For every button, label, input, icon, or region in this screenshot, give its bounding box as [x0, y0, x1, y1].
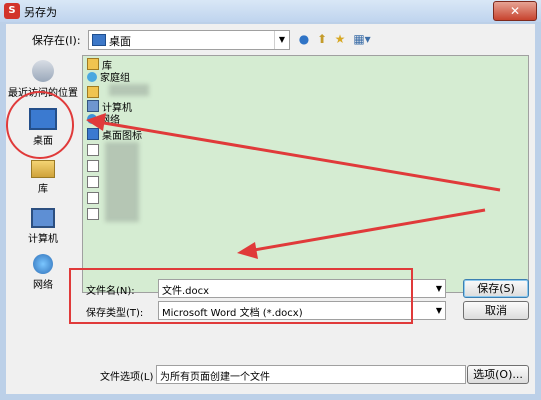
- shortcut-icon: [87, 208, 99, 220]
- place-label: 网络: [33, 280, 53, 291]
- list-item-label: 网络: [100, 115, 120, 126]
- file-options-value: 为所有页面创建一个文件: [160, 372, 270, 383]
- list-item[interactable]: [87, 192, 102, 206]
- desktop-icon: [87, 128, 99, 140]
- list-item-label: 桌面图标: [102, 131, 142, 142]
- place-library[interactable]: 库: [6, 152, 80, 204]
- save-in-dropdown[interactable]: 桌面 ▼: [88, 30, 290, 50]
- shortcut-icon: [87, 144, 99, 156]
- place-computer[interactable]: 计算机: [6, 200, 80, 252]
- place-desktop[interactable]: 桌面: [6, 100, 80, 152]
- shortcut-icon: [87, 160, 99, 172]
- list-item-label: 计算机: [102, 103, 132, 114]
- chevron-down-icon[interactable]: ▼: [433, 280, 445, 297]
- new-folder-icon[interactable]: ★: [332, 30, 348, 48]
- save-as-dialog: S 另存为 ✕ 保存在(I): 桌面 ▼ ● ⬆ ★ ▦▾ 最近访问的位置 桌面: [0, 0, 541, 400]
- chevron-down-icon[interactable]: ▼: [274, 31, 289, 49]
- place-label: 最近访问的位置: [8, 88, 78, 99]
- recent-places-icon: [32, 60, 54, 82]
- desktop-icon: [29, 108, 57, 130]
- save-in-label: 保存在(I):: [32, 34, 81, 47]
- save-button[interactable]: 保存(S): [463, 279, 529, 298]
- list-item[interactable]: [87, 208, 102, 222]
- list-item[interactable]: [87, 144, 102, 158]
- title-bar: S 另存为 ✕: [0, 0, 541, 22]
- place-label: 桌面: [33, 136, 53, 147]
- close-button[interactable]: ✕: [493, 1, 537, 21]
- filename-value: 文件.docx: [162, 286, 210, 297]
- list-item[interactable]: [87, 160, 102, 174]
- up-folder-icon[interactable]: ⬆: [314, 30, 330, 48]
- views-icon[interactable]: ▦▾: [350, 30, 374, 48]
- wps-app-icon: S: [4, 3, 20, 19]
- place-label: 计算机: [28, 234, 58, 245]
- folder-icon: [87, 86, 99, 98]
- chevron-down-icon[interactable]: ▼: [433, 302, 445, 319]
- list-item[interactable]: [87, 176, 102, 190]
- network-icon: [87, 114, 97, 124]
- list-item[interactable]: 网络: [87, 114, 120, 128]
- file-list[interactable]: 库 家庭组 计算机 网络 桌面图标: [82, 55, 529, 293]
- options-button[interactable]: 选项(O)...: [467, 365, 529, 384]
- place-label: 库: [38, 184, 48, 195]
- computer-icon: [31, 208, 55, 228]
- shortcut-icon: [87, 176, 99, 188]
- shortcut-icon: [87, 192, 99, 204]
- list-item-label: 库: [102, 61, 112, 72]
- window-title: 另存为: [24, 6, 57, 19]
- save-in-value: 桌面: [109, 35, 131, 48]
- library-icon: [31, 160, 55, 178]
- file-options-label: 文件选项(L): [100, 372, 154, 383]
- network-icon: [33, 254, 53, 274]
- list-item[interactable]: 库: [87, 58, 112, 72]
- computer-icon: [87, 100, 99, 112]
- places-bar: 最近访问的位置 桌面 库 计算机 网络: [6, 56, 80, 296]
- filetype-value: Microsoft Word 文档 (*.docx): [162, 308, 303, 319]
- blurred-region: [109, 84, 149, 96]
- desktop-icon: [92, 34, 106, 46]
- cancel-button[interactable]: 取消: [463, 301, 529, 320]
- list-item-label: 家庭组: [100, 73, 130, 84]
- list-item[interactable]: [87, 86, 102, 100]
- filetype-label: 保存类型(T):: [86, 308, 144, 319]
- filename-label: 文件名(N):: [86, 286, 135, 297]
- list-item[interactable]: 桌面图标: [87, 128, 142, 142]
- dialog-body: 保存在(I): 桌面 ▼ ● ⬆ ★ ▦▾ 最近访问的位置 桌面 库 计算机 网…: [6, 24, 535, 394]
- place-network[interactable]: 网络: [6, 248, 80, 300]
- filename-field[interactable]: 文件.docx ▼: [158, 279, 446, 298]
- library-icon: [87, 58, 99, 70]
- homegroup-icon: [87, 72, 97, 82]
- list-item[interactable]: 计算机: [87, 100, 132, 114]
- file-options-select[interactable]: 为所有页面创建一个文件: [156, 365, 466, 384]
- filetype-select[interactable]: Microsoft Word 文档 (*.docx) ▼: [158, 301, 446, 320]
- back-icon[interactable]: ●: [296, 30, 312, 48]
- blurred-region: [105, 142, 139, 222]
